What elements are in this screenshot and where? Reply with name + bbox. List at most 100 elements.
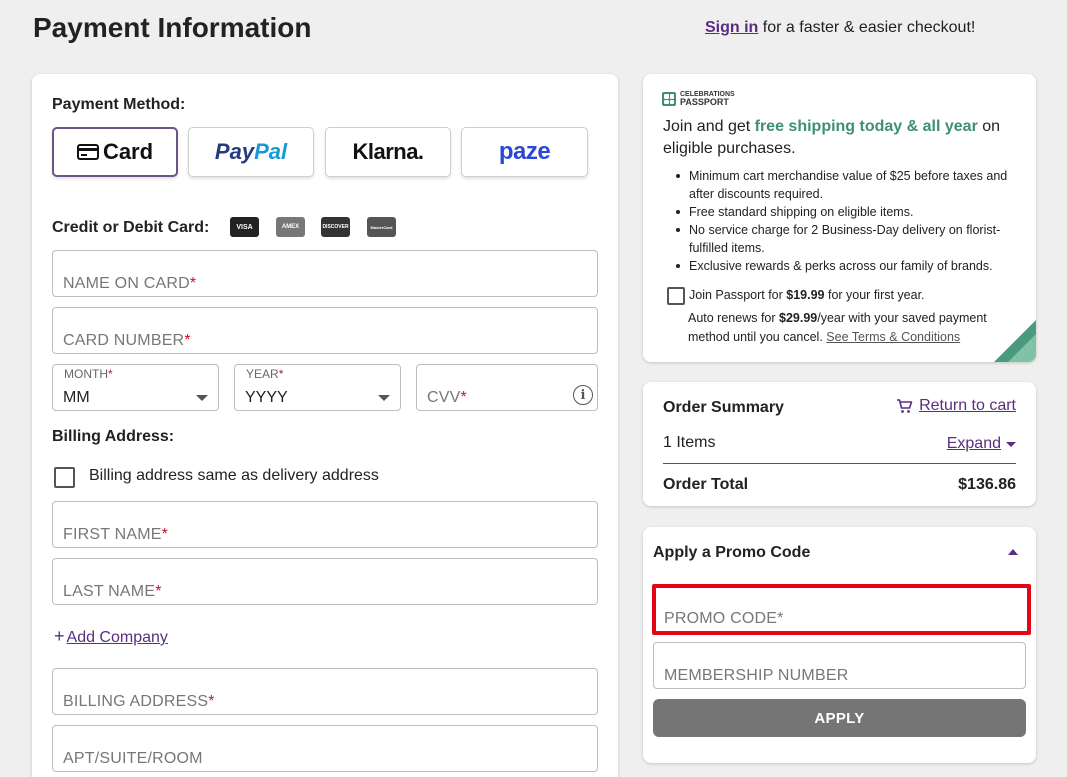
same-address-label: Billing address same as delivery address [89, 467, 379, 484]
join-text-a: Join Passport for [689, 288, 787, 302]
paypal-method-button[interactable]: PayPal [188, 127, 314, 177]
promo-code-text: PROMO CODE [664, 610, 778, 627]
list-item: Exclusive rewards & perks across our fam… [671, 257, 1021, 275]
amex-logo: AMEX [276, 217, 305, 237]
paypal-logo-pal: Pal [254, 139, 288, 164]
required-mark: * [161, 526, 169, 543]
first-name-placeholder: FIRST NAME* [63, 526, 168, 544]
items-count: 1 Items [663, 434, 716, 451]
passport-headline: Join and get free shipping today & all y… [663, 116, 1028, 160]
same-address-checkbox[interactable] [54, 467, 75, 488]
page-title: Payment Information [33, 12, 312, 43]
year-select[interactable]: YEAR* YYYY [234, 364, 401, 411]
credit-card-icon [76, 144, 99, 160]
month-label: MONTH* [64, 367, 113, 381]
auto-price: $29.99 [779, 311, 818, 325]
klarna-logo: Klarna. [352, 139, 424, 164]
add-company-label: Add Company [66, 629, 168, 646]
promo-code-card: Apply a Promo Code PROMO CODE* MEMBERSHI… [643, 527, 1036, 763]
order-total-label: Order Total [663, 476, 749, 493]
list-item: Minimum cart merchandise value of $25 be… [671, 167, 1021, 203]
plus-icon: + [54, 626, 65, 646]
terms-link[interactable]: See Terms & Conditions [826, 330, 960, 344]
membership-number-placeholder: MEMBERSHIP NUMBER [664, 667, 849, 684]
paze-method-button[interactable]: paze [461, 127, 588, 177]
apt-suite-placeholder: APT/SUITE/ROOM [63, 750, 203, 767]
membership-number-input[interactable]: MEMBERSHIP NUMBER [653, 642, 1026, 689]
required-mark: * [278, 367, 284, 381]
name-on-card-placeholder: NAME ON CARD* [63, 275, 196, 293]
first-name-input[interactable]: FIRST NAME* [52, 501, 598, 548]
cvv-input[interactable]: CVV* i [416, 364, 598, 411]
join-text-b: for your first year. [824, 288, 925, 302]
promo-code-title[interactable]: Apply a Promo Code [653, 544, 810, 562]
corner-decoration-inner [1008, 334, 1036, 362]
payment-form-card: Payment Method: Card PayPal Klarna. paze… [32, 74, 618, 777]
card-method-button[interactable]: Card [52, 127, 178, 177]
join-passport-checkbox[interactable] [667, 287, 685, 305]
order-total-value: $136.86 [958, 476, 1016, 493]
payment-method-label: Payment Method: [52, 96, 186, 113]
name-on-card-text: NAME ON CARD [63, 275, 190, 292]
signin-text: for a faster & easier checkout! [762, 19, 976, 36]
passport-benefits-list: Minimum cart merchandise value of $25 be… [671, 167, 1021, 275]
apt-suite-input[interactable]: APT/SUITE/ROOM [52, 725, 598, 772]
card-section-label: Credit or Debit Card: [52, 219, 210, 236]
month-value: MM [63, 389, 90, 406]
month-select[interactable]: MONTH* MM [52, 364, 219, 411]
card-number-input[interactable]: CARD NUMBER* [52, 307, 598, 354]
apply-button[interactable]: APPLY [653, 699, 1026, 737]
cvv-text: CVV [427, 389, 461, 406]
passport-logo-text: CELEBRATIONS PASSPORT [680, 91, 735, 107]
required-mark: * [184, 332, 191, 349]
paypal-logo: PayPal [215, 139, 287, 165]
cvv-placeholder: CVV* [427, 389, 467, 407]
required-mark: * [189, 275, 197, 292]
paze-logo: paze [498, 138, 551, 165]
expand-label: Expand [946, 435, 1001, 452]
passport-headline-a: Join and get [663, 118, 755, 135]
chevron-down-icon [1006, 441, 1016, 447]
billing-address-input[interactable]: BILLING ADDRESS* [52, 668, 598, 715]
order-summary-card: Order Summary Return to cart 1 Items Exp… [643, 382, 1036, 506]
required-mark: * [460, 389, 467, 406]
last-name-text: LAST NAME [63, 583, 156, 600]
signin-link[interactable]: Sign in [705, 19, 758, 36]
passport-logo-icon [662, 92, 676, 106]
first-name-text: FIRST NAME [63, 526, 162, 543]
klarna-method-button[interactable]: Klarna. [325, 127, 451, 177]
promo-code-input[interactable]: PROMO CODE* [652, 584, 1031, 635]
passport-logo-big: PASSPORT [680, 97, 729, 107]
billing-address-text: BILLING ADDRESS [63, 693, 209, 710]
passport-promo-card: CELEBRATIONS PASSPORT Join and get free … [643, 74, 1036, 362]
expand-items-button[interactable]: Expand [947, 435, 1016, 453]
year-label: YEAR* [246, 367, 283, 381]
add-company-link[interactable]: + Add Company [54, 626, 168, 647]
month-label-text: MONTH [64, 367, 108, 381]
mastercard-logo: MasterCard [367, 217, 396, 237]
cart-icon [897, 398, 913, 413]
join-price: $19.99 [786, 288, 825, 302]
info-icon[interactable]: i [573, 385, 593, 405]
name-on-card-input[interactable]: NAME ON CARD* [52, 250, 598, 297]
celebrations-passport-logo: CELEBRATIONS PASSPORT [662, 91, 735, 107]
year-value: YYYY [245, 389, 288, 406]
required-mark: * [108, 367, 113, 381]
list-item: Free standard shipping on eligible items… [671, 203, 1021, 221]
divider [663, 463, 1016, 464]
visa-logo: VISA [230, 217, 259, 237]
signin-prompt: Sign in for a faster & easier checkout! [705, 19, 975, 37]
order-summary-title: Order Summary [663, 399, 784, 416]
auto-text-a: Auto renews for [688, 311, 780, 325]
card-number-text: CARD NUMBER [63, 332, 185, 349]
chevron-down-icon [196, 395, 208, 401]
chevron-down-icon [378, 395, 390, 401]
card-number-placeholder: CARD NUMBER* [63, 332, 191, 350]
paypal-logo-pay: Pay [214, 139, 255, 164]
billing-address-placeholder: BILLING ADDRESS* [63, 693, 215, 711]
chevron-up-icon[interactable] [1008, 549, 1018, 555]
return-to-cart-label: Return to cart [919, 397, 1016, 414]
last-name-input[interactable]: LAST NAME* [52, 558, 598, 605]
return-to-cart-link[interactable]: Return to cart [896, 397, 1016, 415]
billing-address-label: Billing Address: [52, 428, 175, 445]
